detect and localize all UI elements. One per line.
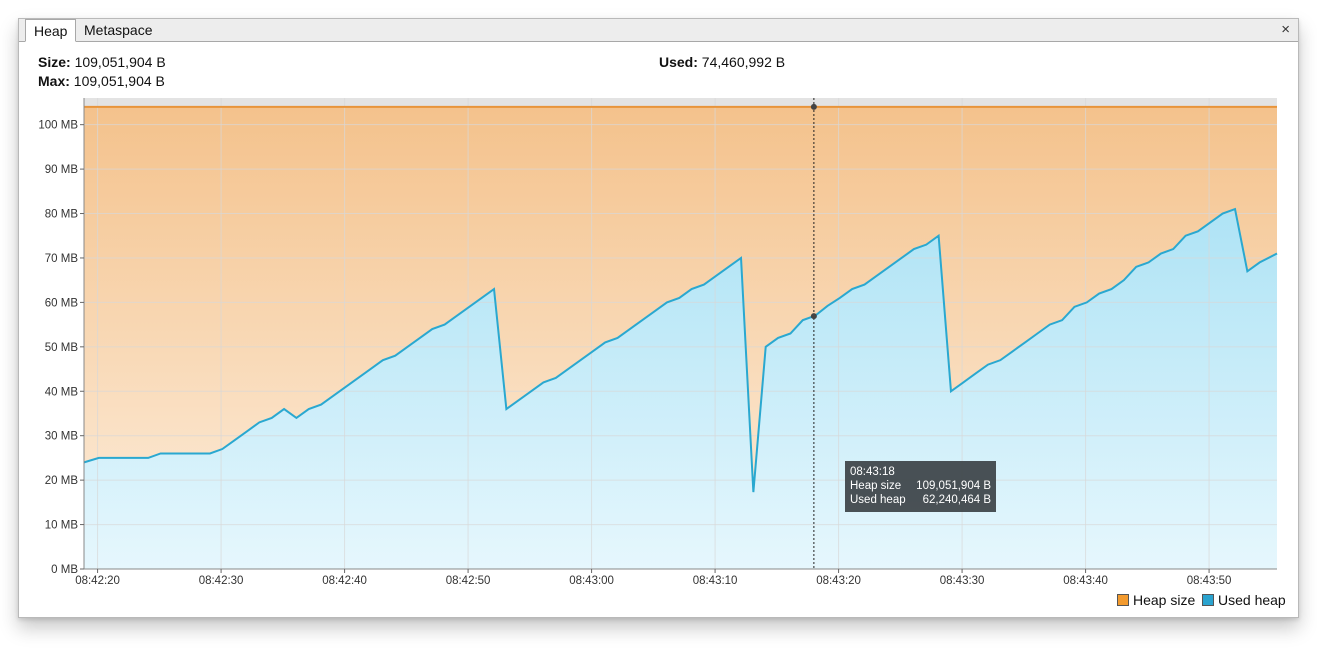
y-tick-label: 10 MB xyxy=(45,520,79,532)
y-tick-label: 90 MB xyxy=(45,164,79,176)
x-tick-label: 08:42:50 xyxy=(446,575,491,587)
tooltip-heap-row: Heap size 109,051,904 B xyxy=(850,479,991,493)
tooltip-used-value: 62,240,464 B xyxy=(922,494,991,506)
x-tick-label: 08:42:40 xyxy=(322,575,367,587)
x-tick-label: 08:43:10 xyxy=(693,575,738,587)
x-tick-label: 08:43:50 xyxy=(1187,575,1232,587)
tooltip-time: 08:43:18 xyxy=(850,466,895,478)
x-tick-label: 08:42:20 xyxy=(75,575,120,587)
x-tick-label: 08:43:30 xyxy=(940,575,985,587)
tooltip-heap-label: Heap size xyxy=(850,480,902,492)
heap-monitor-window: Heap Metaspace × Size: 109,051,904 B Max… xyxy=(18,18,1299,618)
legend-heap-size: Heap size xyxy=(1117,592,1195,608)
x-tick-label: 08:43:40 xyxy=(1063,575,1108,587)
tooltip-heap-value: 109,051,904 B xyxy=(916,480,991,492)
x-tick-label: 08:43:20 xyxy=(816,575,861,587)
y-tick-label: 60 MB xyxy=(45,297,79,309)
heap-size-crosshair-point xyxy=(810,103,817,110)
legend-used-heap: Used heap xyxy=(1202,592,1286,608)
legend-heap-label: Heap size xyxy=(1133,592,1196,608)
tooltip-used-label: Used heap xyxy=(850,494,906,506)
y-tick-label: 100 MB xyxy=(38,120,78,132)
x-tick-label: 08:42:30 xyxy=(199,575,244,587)
y-tick-label: 30 MB xyxy=(45,431,79,443)
y-tick-label: 20 MB xyxy=(45,475,79,487)
used-heap-crosshair-point xyxy=(810,313,817,320)
x-tick-label: 08:43:00 xyxy=(569,575,614,587)
tooltip-used-row: Used heap 62,240,464 B xyxy=(850,493,991,507)
y-tick-label: 50 MB xyxy=(45,342,79,354)
y-tick-label: 40 MB xyxy=(45,386,79,398)
y-tick-label: 70 MB xyxy=(45,253,79,265)
heap-chart[interactable]: 0 MB10 MB20 MB30 MB40 MB50 MB60 MB70 MB8… xyxy=(19,19,1298,617)
y-tick-label: 80 MB xyxy=(45,209,79,221)
legend-used-label: Used heap xyxy=(1218,592,1286,608)
used-heap-swatch xyxy=(1202,594,1214,606)
tooltip: 08:43:18 Heap size 109,051,904 B Used he… xyxy=(845,461,996,512)
heap-size-swatch xyxy=(1117,594,1129,606)
